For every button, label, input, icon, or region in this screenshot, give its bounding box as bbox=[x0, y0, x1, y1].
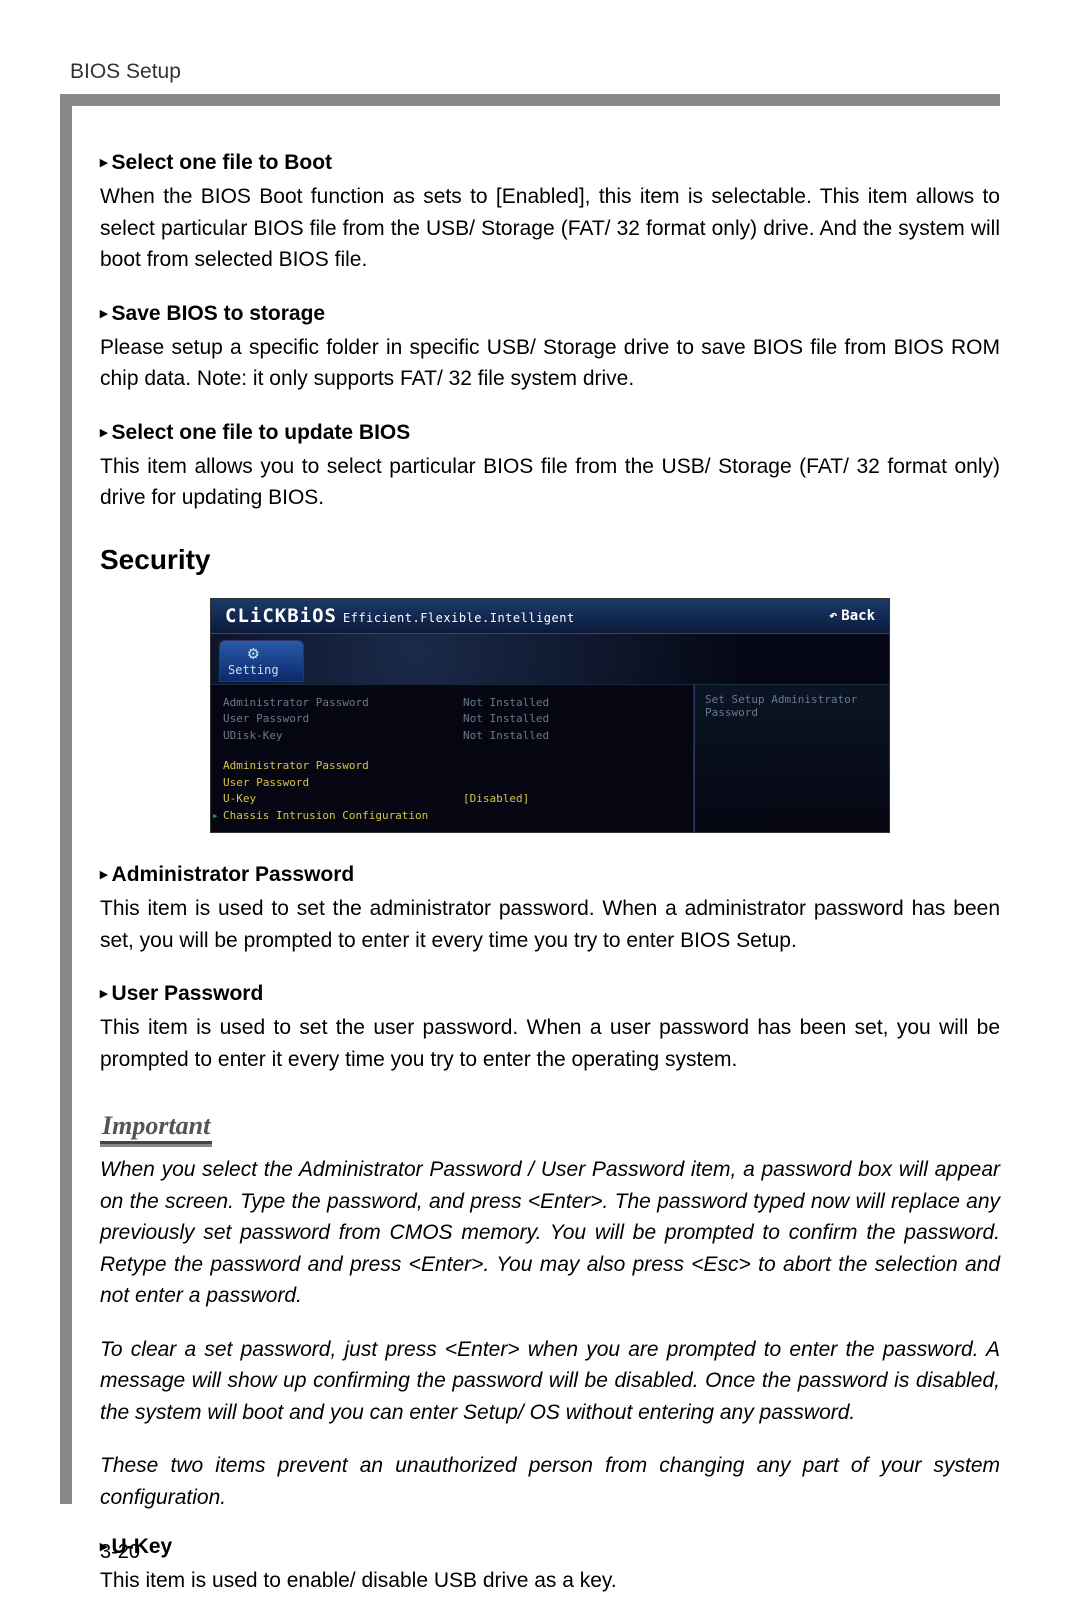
page-number: 3-20 bbox=[100, 1541, 140, 1564]
item-select-one-file-to-update-bios: Select one file to update BIOS This item… bbox=[100, 421, 1000, 514]
item-user-password: User Password This item is used to set t… bbox=[100, 982, 1000, 1075]
gear-icon: ⚙ bbox=[228, 645, 279, 663]
bios-menu-value: [Disabled] bbox=[463, 791, 529, 808]
item-title: Save BIOS to storage bbox=[100, 302, 1000, 326]
item-title: U-Key bbox=[100, 1535, 1000, 1559]
bios-tagline: Efficient.Flexible.Intelligent bbox=[343, 611, 575, 625]
important-label: Important bbox=[100, 1111, 212, 1144]
item-title: Select one file to update BIOS bbox=[100, 421, 1000, 445]
item-save-bios-to-storage: Save BIOS to storage Please setup a spec… bbox=[100, 302, 1000, 395]
item-title: Select one file to Boot bbox=[100, 151, 1000, 175]
bios-status-value: Not Installed bbox=[463, 695, 549, 712]
important-paragraph: To clear a set password, just press <Ent… bbox=[100, 1334, 1000, 1429]
bios-menu-administrator-password[interactable]: Administrator Password bbox=[223, 758, 681, 775]
important-paragraph: These two items prevent an unauthorized … bbox=[100, 1450, 1000, 1513]
bios-status-label: UDisk-Key bbox=[223, 728, 463, 745]
bios-status-label: Administrator Password bbox=[223, 695, 463, 712]
page-header: BIOS Setup bbox=[70, 60, 1000, 84]
important-paragraph: When you select the Administrator Passwo… bbox=[100, 1154, 1000, 1312]
item-body: This item is used to enable/ disable USB… bbox=[100, 1565, 1000, 1597]
bios-body: Administrator Password Not Installed Use… bbox=[211, 685, 889, 833]
bios-back-button[interactable]: ↶ Back bbox=[829, 608, 875, 624]
bios-tab-row: ⚙ Setting bbox=[211, 634, 889, 685]
item-administrator-password: Administrator Password This item is used… bbox=[100, 863, 1000, 956]
section-heading-security: Security bbox=[100, 544, 1000, 576]
bios-brand: CLiCKBiOS Efficient.Flexible.Intelligent bbox=[225, 605, 575, 627]
bios-back-label: Back bbox=[841, 608, 875, 624]
back-arrow-icon: ↶ bbox=[829, 608, 837, 624]
bios-menu-chassis-intrusion[interactable]: Chassis Intrusion Configuration bbox=[223, 808, 681, 825]
bios-titlebar: CLiCKBiOS Efficient.Flexible.Intelligent… bbox=[211, 599, 889, 634]
bios-tab-label: Setting bbox=[228, 663, 279, 677]
header-rule bbox=[60, 94, 1000, 106]
bios-status-row: UDisk-Key Not Installed bbox=[223, 728, 681, 745]
bios-help-text: Set Setup Administrator Password bbox=[705, 693, 857, 719]
item-body: When the BIOS Boot function as sets to [… bbox=[100, 181, 1000, 276]
bios-menu-label: Chassis Intrusion Configuration bbox=[223, 808, 463, 825]
bios-tab-setting[interactable]: ⚙ Setting bbox=[219, 640, 304, 682]
item-select-one-file-to-boot: Select one file to Boot When the BIOS Bo… bbox=[100, 151, 1000, 276]
bios-left-panel: Administrator Password Not Installed Use… bbox=[211, 685, 694, 833]
item-body: This item allows you to select particula… bbox=[100, 451, 1000, 514]
side-rule bbox=[60, 95, 72, 1504]
bios-menu-label: U-Key bbox=[223, 791, 463, 808]
bios-status-row: Administrator Password Not Installed bbox=[223, 695, 681, 712]
bios-status-label: User Password bbox=[223, 711, 463, 728]
bios-menu-u-key[interactable]: U-Key [Disabled] bbox=[223, 791, 681, 808]
item-body: This item is used to set the user passwo… bbox=[100, 1012, 1000, 1075]
item-body: This item is used to set the administrat… bbox=[100, 893, 1000, 956]
bios-menu-label: Administrator Password bbox=[223, 758, 463, 775]
bios-menu-user-password[interactable]: User Password bbox=[223, 775, 681, 792]
item-title: Administrator Password bbox=[100, 863, 1000, 887]
page-content: Select one file to Boot When the BIOS Bo… bbox=[100, 106, 1000, 1597]
bios-help-panel: Set Setup Administrator Password bbox=[694, 685, 889, 833]
item-title: User Password bbox=[100, 982, 1000, 1006]
bios-status-value: Not Installed bbox=[463, 728, 549, 745]
bios-status-value: Not Installed bbox=[463, 711, 549, 728]
bios-status-row: User Password Not Installed bbox=[223, 711, 681, 728]
item-body: Please setup a specific folder in specif… bbox=[100, 332, 1000, 395]
item-u-key: U-Key This item is used to enable/ disab… bbox=[100, 1535, 1000, 1597]
bios-screenshot: CLiCKBiOS Efficient.Flexible.Intelligent… bbox=[210, 598, 890, 834]
bios-brand-text: CLiCKBiOS bbox=[225, 605, 337, 627]
bios-menu-label: User Password bbox=[223, 775, 463, 792]
